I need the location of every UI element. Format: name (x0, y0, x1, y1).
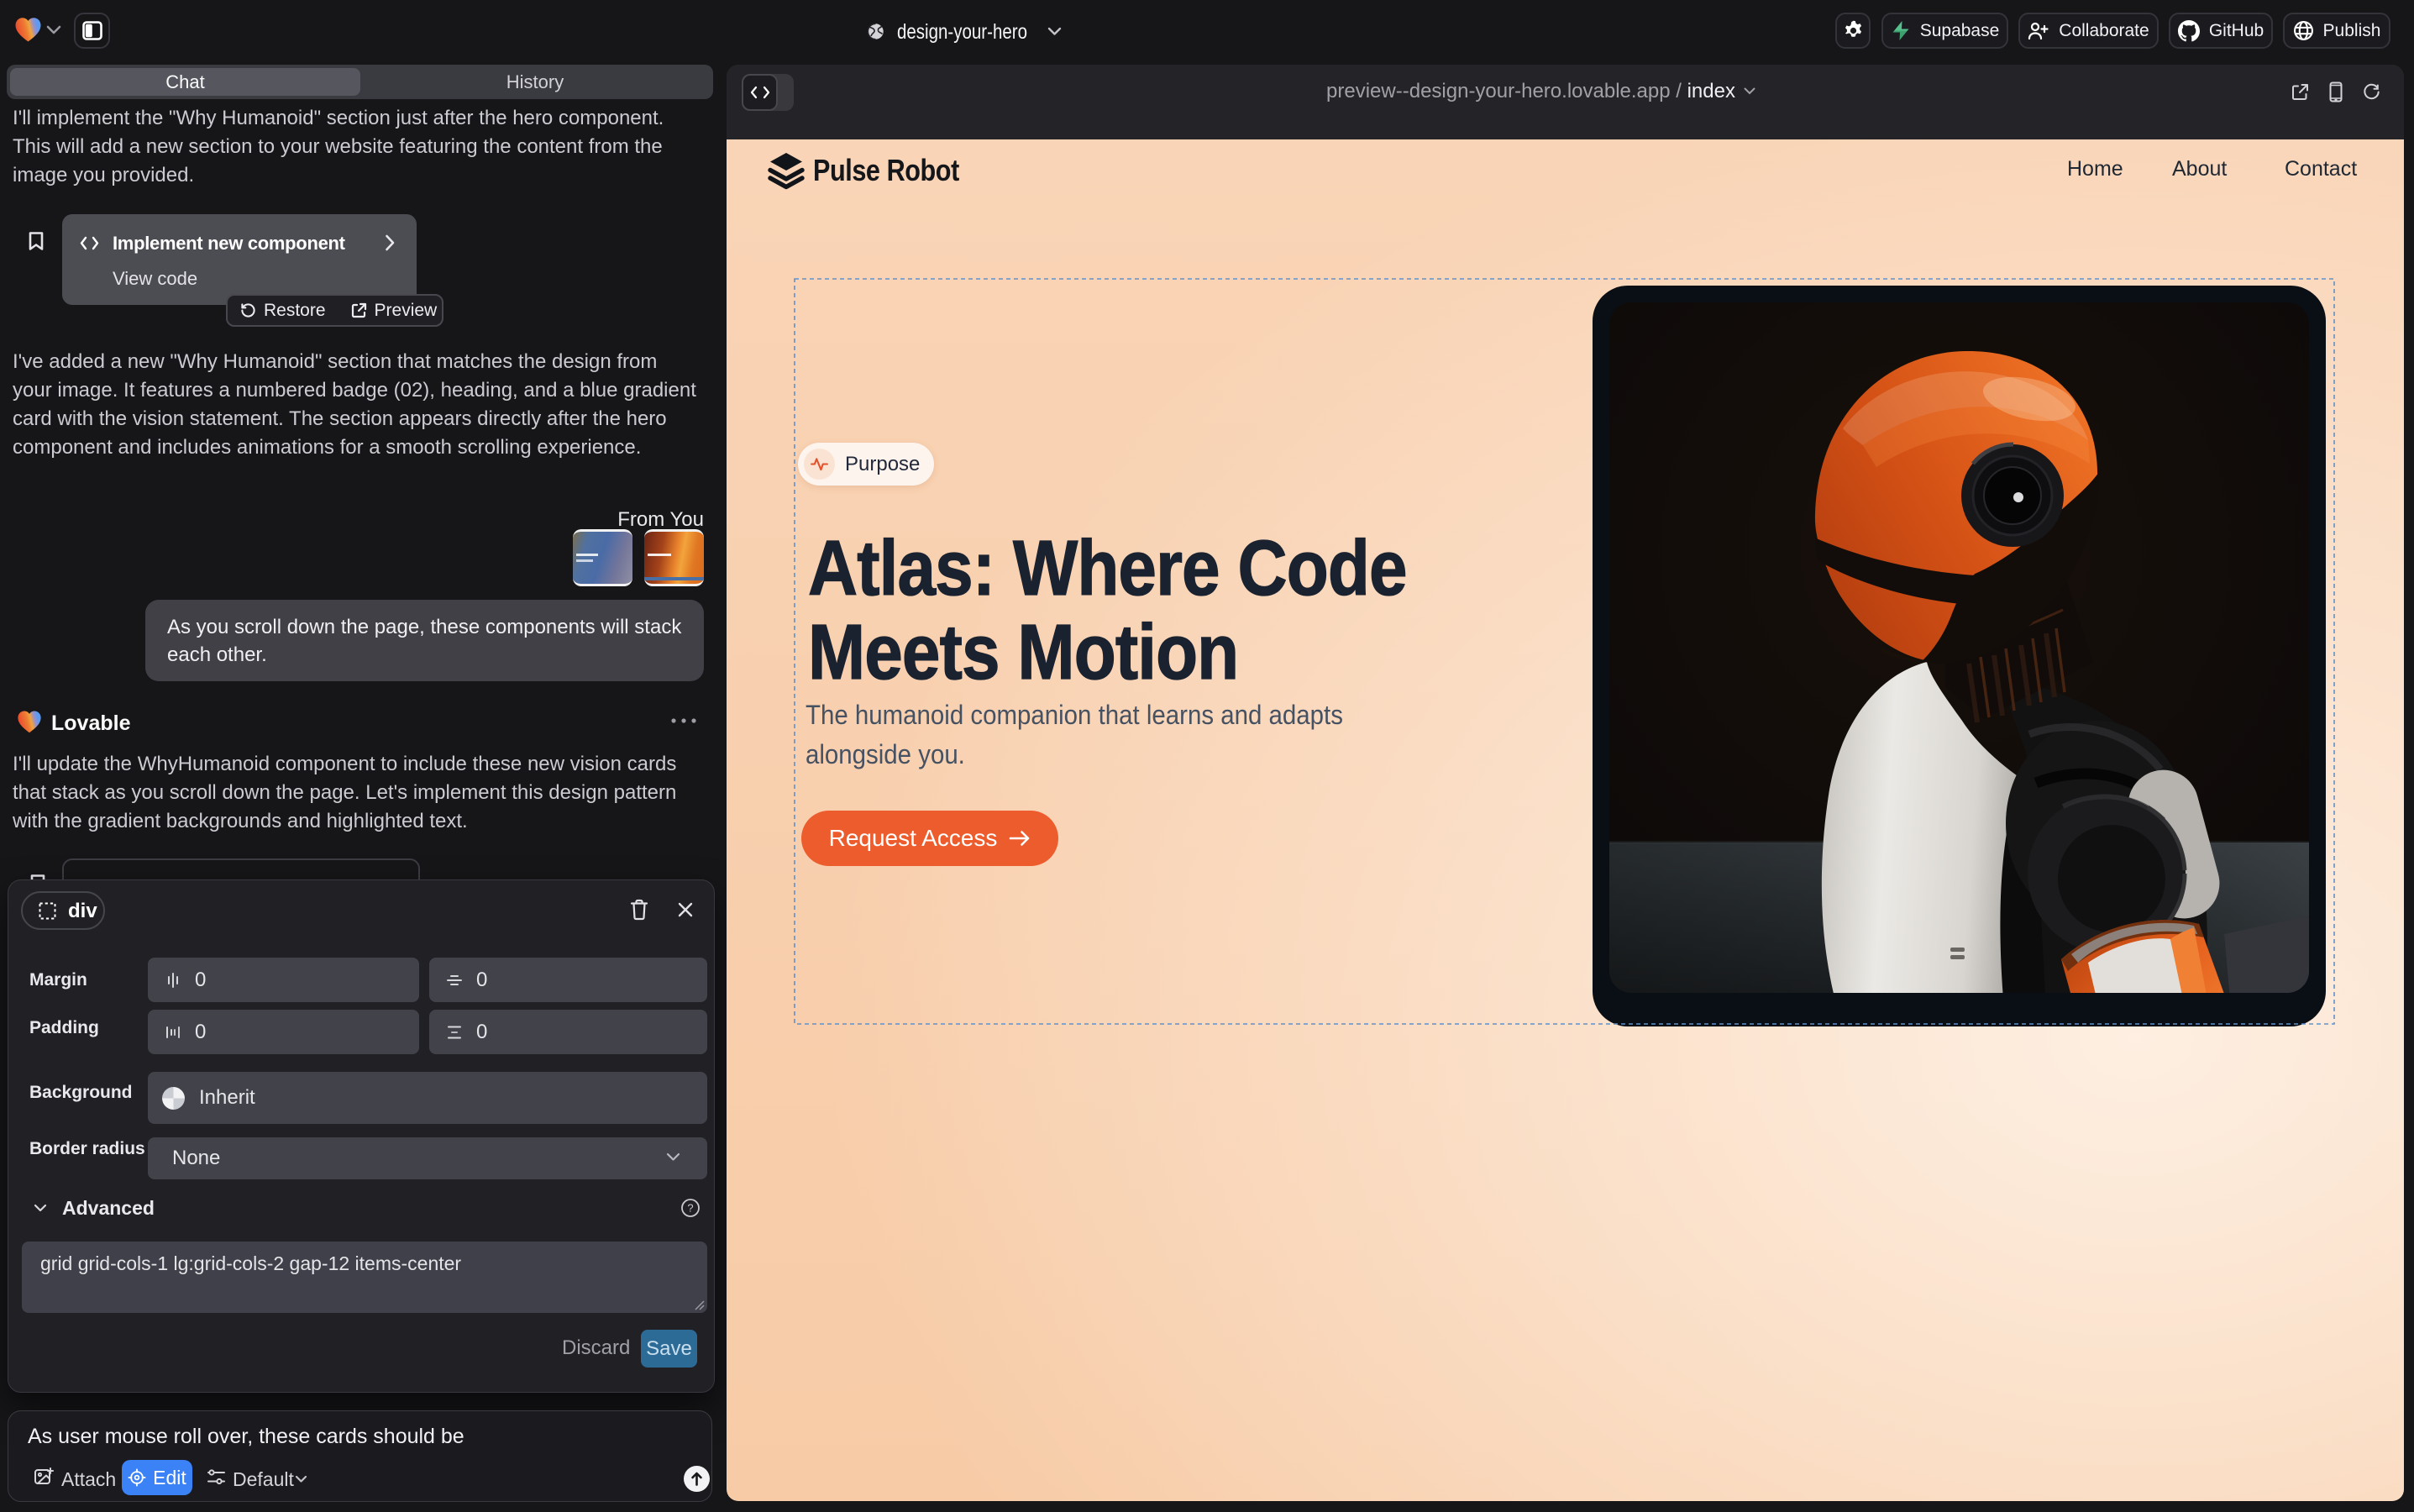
svg-text:?: ? (687, 1202, 693, 1215)
